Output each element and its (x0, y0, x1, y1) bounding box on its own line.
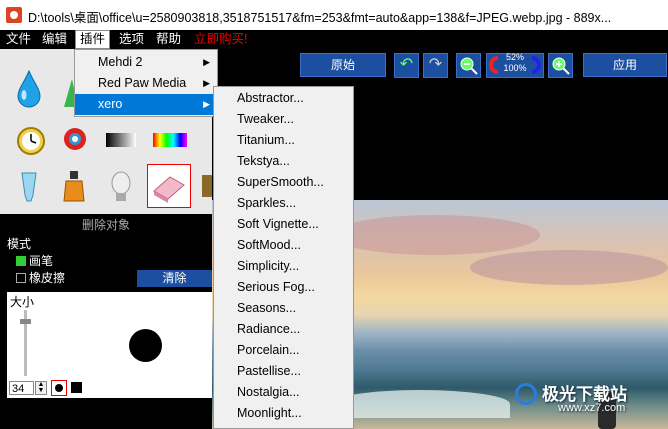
xero-filter-item[interactable]: Sparkles... (214, 193, 353, 214)
xero-filter-item[interactable]: Porcelain... (214, 340, 353, 361)
submenu-arrow-icon: ▶ (203, 78, 210, 88)
eraser-mode-label: 橡皮擦 (29, 271, 66, 285)
test-tube-icon[interactable] (21, 172, 37, 202)
menu-options[interactable]: 选项 (115, 30, 148, 49)
rainbow-bar-icon[interactable] (153, 133, 187, 147)
zoom-percent: 52% (505, 52, 524, 62)
window-title: D:\tools\桌面\office\u=2580903818,35187515… (28, 11, 612, 25)
xero-filter-item[interactable]: Seasons... (214, 298, 353, 319)
app-icon (6, 7, 22, 23)
zoom-in-icon[interactable] (548, 53, 573, 78)
mode-label: 模式 (7, 237, 32, 251)
menu-buy-now[interactable]: 立即购买! (190, 30, 251, 49)
watermark-url: www.xz7.com (558, 402, 626, 414)
xero-filter-item[interactable]: Tweaker... (214, 109, 353, 130)
menu-item-red-paw-media[interactable]: Red Paw Media ▶ (75, 73, 217, 94)
xero-filter-item[interactable]: Serious Fog... (214, 277, 353, 298)
size-input[interactable]: 34 (9, 381, 34, 395)
xero-filter-item[interactable]: Abstractor... (214, 88, 353, 109)
size-label: 大小 (10, 295, 35, 309)
clock-icon[interactable] (17, 127, 45, 155)
zoom-magnet-icon (489, 56, 499, 74)
xero-filter-item[interactable]: SoftMood... (214, 235, 353, 256)
redo-icon[interactable]: ↷ (423, 53, 448, 78)
brush-preview (129, 329, 162, 362)
menu-item-mehdi2[interactable]: Mehdi 2 ▶ (75, 52, 217, 73)
size-spinner[interactable]: ▲ ▼ (35, 381, 47, 395)
eraser-mode-option[interactable]: 橡皮擦 (16, 269, 65, 286)
color-circle-icon[interactable] (64, 128, 86, 150)
menu-bar: 文件 编辑 插件 选项 帮助 立即购买! (0, 30, 668, 49)
plugins-dropdown: Mehdi 2 ▶ Red Paw Media ▶ xero ▶ (74, 49, 218, 117)
menu-file[interactable]: 文件 (2, 30, 35, 49)
submenu-arrow-icon: ▶ (203, 99, 210, 109)
eraser-icon (153, 176, 185, 203)
zoom-actual: 100% (503, 63, 527, 73)
brush-mode-option[interactable]: 画笔 (16, 252, 53, 269)
menu-help[interactable]: 帮助 (152, 30, 185, 49)
watermark-logo-icon (515, 383, 537, 405)
water-drop-icon[interactable] (17, 69, 41, 108)
menu-edit[interactable]: 编辑 (38, 30, 71, 49)
square-brush-button[interactable] (71, 382, 82, 393)
xero-filter-item[interactable]: Moonlight... (214, 403, 353, 424)
brush-mode-label: 画笔 (29, 254, 54, 268)
size-slider-thumb[interactable] (20, 319, 31, 324)
bulb-icon[interactable] (111, 171, 131, 201)
zoom-readout: 52% 100% (500, 52, 530, 74)
xero-filter-item[interactable]: Pastellise... (214, 361, 353, 382)
apply-button[interactable]: 应用 (583, 53, 667, 77)
title-bar: D:\tools\桌面\office\u=2580903818,35187515… (0, 0, 668, 30)
xero-filter-item[interactable]: Soft Vignette... (214, 214, 353, 235)
undo-icon[interactable]: ↶ (394, 53, 419, 78)
menu-item-label: xero (98, 97, 123, 111)
menu-item-xero[interactable]: xero ▶ (75, 94, 217, 115)
zoom-magnet-right-icon (531, 56, 541, 74)
original-button[interactable]: 原始 (300, 53, 386, 77)
xero-filter-item[interactable]: Radiance... (214, 319, 353, 340)
menu-item-label: Mehdi 2 (98, 55, 143, 69)
brush-mode-checkbox[interactable] (16, 255, 26, 266)
photo-cloud (470, 250, 668, 285)
xero-submenu: Abstractor... Tweaker... Titanium... Teksty… (213, 86, 354, 429)
gradient-bar-icon[interactable] (106, 133, 136, 147)
menu-item-label: Red Paw Media (98, 76, 187, 90)
xero-filter-item[interactable]: Titanium... (214, 130, 353, 151)
xero-filter-item[interactable]: Tekstya... (214, 151, 353, 172)
xero-filter-item[interactable]: Nostalgia... (214, 382, 353, 403)
options-header: 删除对象 (0, 216, 212, 234)
zoom-out-icon[interactable] (456, 53, 481, 78)
eraser-tool-selected[interactable] (147, 164, 191, 208)
photo-cloud (330, 215, 540, 255)
round-brush-button[interactable] (51, 380, 67, 396)
bottle-icon[interactable] (63, 171, 85, 202)
menu-plugins[interactable]: 插件 (75, 30, 111, 49)
photo-wave (330, 390, 510, 418)
xero-filter-item[interactable]: SuperSmooth... (214, 172, 353, 193)
eraser-mode-checkbox[interactable] (16, 272, 26, 283)
clear-button[interactable]: 清除 (137, 270, 212, 287)
xero-filter-item[interactable]: Simplicity... (214, 256, 353, 277)
submenu-arrow-icon: ▶ (203, 57, 210, 67)
misc-tool-icon[interactable] (202, 175, 212, 197)
